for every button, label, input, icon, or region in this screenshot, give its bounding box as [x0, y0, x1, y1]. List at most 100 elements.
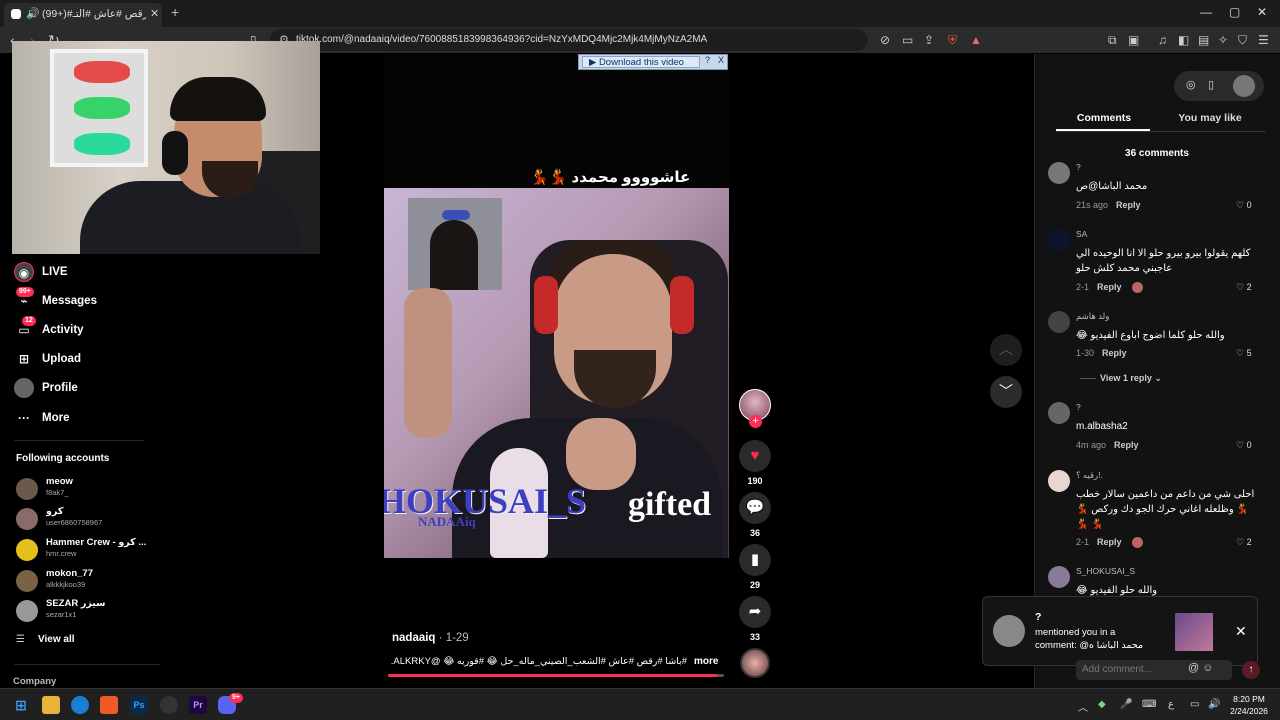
- comment-user[interactable]: SA: [1076, 229, 1087, 239]
- share-arrow-icon[interactable]: ➦: [739, 596, 771, 628]
- reply-button[interactable]: Reply: [1097, 537, 1122, 547]
- vpn-icon[interactable]: ⛉: [1238, 33, 1247, 48]
- comment-text: m.albasha2: [1076, 421, 1128, 432]
- url-text: tiktok.com/@nadaaiq/video/76008851839983…: [296, 34, 708, 45]
- comment-action[interactable]: 💬 36: [739, 492, 771, 538]
- comment-user[interactable]: ?: [1076, 162, 1081, 172]
- close-window-button[interactable]: ✕: [1257, 5, 1267, 19]
- system-clock[interactable]: 8:20 PM 2/24/2026: [1224, 693, 1274, 717]
- url-bar[interactable]: ⚙ tiktok.com/@nadaaiq/video/760088518399…: [270, 29, 868, 51]
- comment-icon[interactable]: 💬: [739, 492, 771, 524]
- comment-like[interactable]: ♡ 5: [1236, 348, 1252, 359]
- brave-icon[interactable]: [100, 696, 118, 714]
- media-icon[interactable]: ♫: [1158, 33, 1167, 47]
- microphone-icon[interactable]: 🎤: [1120, 699, 1132, 710]
- tab-comments[interactable]: Comments: [1056, 112, 1152, 124]
- account-item[interactable]: meow f8ak7_: [16, 474, 156, 502]
- windows-start-icon[interactable]: ⊞: [12, 696, 30, 714]
- account-item[interactable]: كرو user6860758967: [16, 504, 156, 532]
- emoji-icon[interactable]: ☺: [1202, 662, 1213, 674]
- comment-like[interactable]: ♡ 0: [1236, 200, 1252, 211]
- comment-meta: 1-30 Reply: [1076, 348, 1127, 358]
- leo-ai-icon[interactable]: ✧: [1218, 33, 1228, 47]
- avatar[interactable]: [1048, 311, 1070, 333]
- file-explorer-icon[interactable]: [42, 696, 60, 714]
- comment-like[interactable]: ♡ 2: [1236, 282, 1252, 293]
- reply-button[interactable]: Reply: [1097, 282, 1122, 292]
- screenshot-icon[interactable]: ▣: [1128, 33, 1139, 47]
- language-indicator[interactable]: ع: [1168, 699, 1174, 710]
- comment-user[interactable]: S_HOKUSAI_S: [1076, 566, 1135, 576]
- save-action[interactable]: ▮ 29: [739, 544, 771, 590]
- brave-rewards-icon[interactable]: ▲: [970, 33, 982, 47]
- speaker-icon[interactable]: 🔊: [26, 7, 40, 20]
- download-video-button[interactable]: ▶ Download this video: [582, 56, 700, 68]
- comment-user[interactable]: ?: [1076, 402, 1081, 412]
- video-progress-bar[interactable]: [388, 674, 724, 677]
- tray-app-icon[interactable]: ◆: [1098, 699, 1106, 710]
- view-all-link[interactable]: ☰ View all: [16, 634, 75, 645]
- avatar[interactable]: [1048, 229, 1070, 251]
- share-icon[interactable]: ⇪: [924, 33, 934, 47]
- comment-meta: 2-1 Reply: [1076, 282, 1143, 294]
- account-item[interactable]: mokon_77 alkkkjkoo39: [16, 566, 156, 594]
- reply-button[interactable]: Reply: [1116, 200, 1141, 210]
- music-disc[interactable]: [740, 648, 770, 678]
- mention-icon[interactable]: @: [1188, 662, 1199, 674]
- premiere-icon[interactable]: Pr: [189, 696, 207, 714]
- scroll-up-button[interactable]: ︿: [990, 334, 1022, 366]
- follow-plus-icon[interactable]: +: [749, 415, 762, 428]
- like-action[interactable]: ♥ 190: [739, 440, 771, 486]
- sidebar-icon[interactable]: ◧: [1178, 33, 1189, 47]
- account-item[interactable]: SEZAR سيزر sezar1x1: [16, 596, 156, 624]
- tray-chevron-icon[interactable]: ︿: [1078, 699, 1088, 714]
- volume-icon[interactable]: 🔊: [1208, 699, 1220, 710]
- comment-like[interactable]: ♡ 0: [1236, 440, 1252, 451]
- close-icon[interactable]: ✕: [1235, 623, 1247, 640]
- share-action[interactable]: ➦ 33: [739, 596, 771, 642]
- cast-icon[interactable]: ▭: [902, 33, 913, 47]
- send-comment-button[interactable]: ↑: [1242, 661, 1260, 679]
- mention-notification[interactable]: ? mentioned you in a comment: @محمد البا…: [982, 596, 1258, 666]
- account-item[interactable]: Hammer Crew - كرو ... hmr.crew: [16, 535, 156, 563]
- more-button[interactable]: more: [694, 656, 718, 667]
- avatar[interactable]: [1048, 566, 1070, 588]
- video-author[interactable]: nadaaiq · 1-29: [392, 632, 469, 644]
- reply-button[interactable]: Reply: [1102, 348, 1127, 358]
- help-icon[interactable]: ?: [705, 55, 710, 65]
- close-icon[interactable]: X: [718, 55, 724, 65]
- compass-icon[interactable]: ◎: [1186, 78, 1196, 91]
- bookmark-icon[interactable]: ▮: [739, 544, 771, 576]
- comment-user[interactable]: رقيه ؟!.: [1076, 470, 1103, 481]
- avatar[interactable]: [1048, 162, 1070, 184]
- menu-icon[interactable]: ☰: [1258, 33, 1269, 47]
- view-replies-button[interactable]: View 1 reply ⌄: [1080, 373, 1162, 384]
- comment-item: ? m.albasha2 4m ago Reply ♡ 0: [1048, 402, 1262, 454]
- new-tab-button[interactable]: +: [171, 4, 179, 20]
- tab-you-may-like[interactable]: You may like: [1162, 112, 1258, 124]
- no-tracking-icon[interactable]: ⊘: [880, 33, 890, 47]
- browser-tab[interactable]: 🔊 (99+)#باشا #رقص #عاش #التـ ✕: [4, 3, 162, 27]
- network-icon[interactable]: ▭: [1190, 699, 1199, 710]
- avatar[interactable]: [1048, 402, 1070, 424]
- video-player[interactable]: عاشوووو محمدد 💃💃 HOKUSAI_S gifted NADAAi…: [384, 54, 729, 677]
- comment-user[interactable]: ولد هاشم: [1076, 311, 1109, 322]
- obs-icon[interactable]: [160, 696, 178, 714]
- photoshop-icon[interactable]: Ps: [130, 696, 148, 714]
- keyboard-icon[interactable]: ⌨: [1142, 699, 1156, 710]
- device-icon[interactable]: ▯: [1208, 78, 1214, 91]
- comment-like[interactable]: ♡ 2: [1236, 537, 1252, 548]
- brave-shield-icon[interactable]: ⛨: [948, 33, 957, 48]
- scroll-down-button[interactable]: ﹀: [990, 376, 1022, 408]
- company-link[interactable]: Company: [13, 676, 56, 687]
- close-tab-icon[interactable]: ✕: [150, 7, 159, 20]
- minimize-button[interactable]: —: [1200, 5, 1212, 19]
- avatar[interactable]: [1048, 470, 1070, 492]
- maximize-button[interactable]: ▢: [1229, 5, 1240, 19]
- edge-icon[interactable]: [71, 696, 89, 714]
- reply-button[interactable]: Reply: [1114, 440, 1139, 450]
- extensions-icon[interactable]: ⧉: [1108, 33, 1117, 48]
- heart-icon[interactable]: ♥: [739, 440, 771, 472]
- user-avatar[interactable]: [1233, 75, 1255, 97]
- wallet-icon[interactable]: ▤: [1198, 33, 1209, 47]
